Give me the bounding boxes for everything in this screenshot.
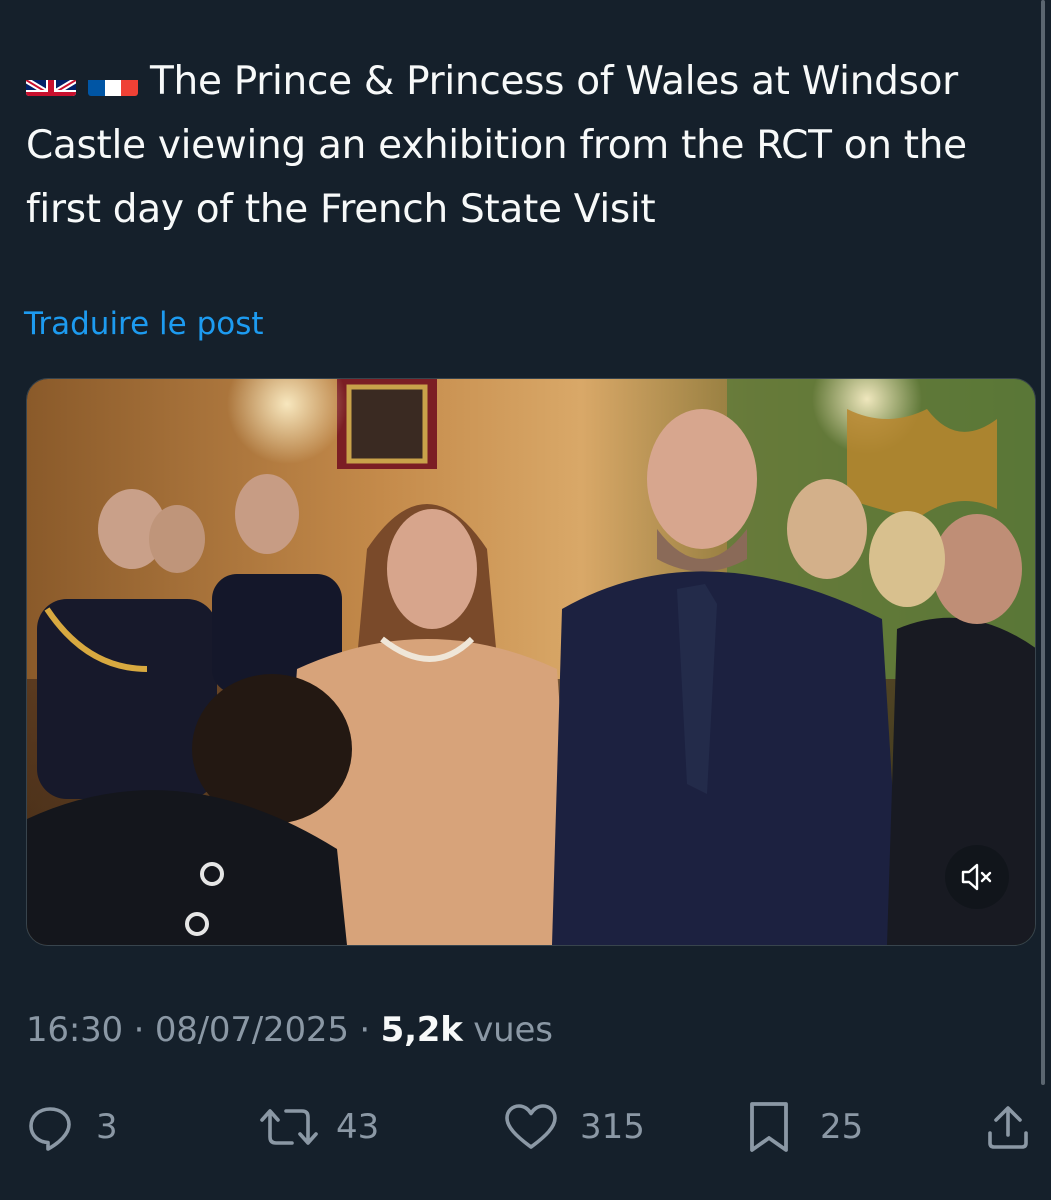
bookmark-button[interactable]: 25 (748, 1092, 863, 1162)
share-icon (988, 1106, 1028, 1149)
post-text: The Prince & Princess of Wales at Windso… (26, 50, 1036, 242)
like-count: 315 (580, 1107, 645, 1147)
views-count: 5,2k (380, 1010, 463, 1050)
action-bar: 3 43 315 25 (0, 1092, 1051, 1162)
reply-icon (29, 1107, 71, 1151)
post-meta: 16:30 · 08/07/2025 · 5,2k vues (26, 1010, 553, 1050)
post-date[interactable]: 08/07/2025 (155, 1010, 349, 1050)
repost-count: 43 (336, 1107, 380, 1147)
meta-separator: · (133, 1010, 145, 1050)
translate-link[interactable]: Traduire le post (24, 306, 264, 342)
like-button[interactable]: 315 (504, 1092, 645, 1162)
repost-icon (260, 1109, 318, 1145)
uk-flag-icon (26, 66, 76, 96)
video-frame (27, 379, 1035, 945)
post-body: The Prince & Princess of Wales at Windso… (26, 59, 967, 232)
reply-count: 3 (96, 1107, 118, 1147)
heart-icon (505, 1104, 557, 1149)
post-time[interactable]: 16:30 (26, 1010, 123, 1050)
scrollbar[interactable] (1041, 0, 1045, 1085)
views-label: vues (473, 1010, 553, 1050)
mute-button[interactable] (945, 845, 1009, 909)
meta-separator: · (359, 1010, 370, 1050)
repost-button[interactable]: 43 (258, 1092, 379, 1162)
reply-button[interactable]: 3 (26, 1092, 118, 1162)
video-player[interactable] (26, 378, 1036, 946)
speaker-muted-icon (961, 863, 992, 891)
bookmark-icon (750, 1102, 788, 1152)
bookmark-count: 25 (820, 1107, 864, 1147)
france-flag-icon (88, 66, 138, 96)
share-button[interactable] (984, 1092, 1032, 1162)
